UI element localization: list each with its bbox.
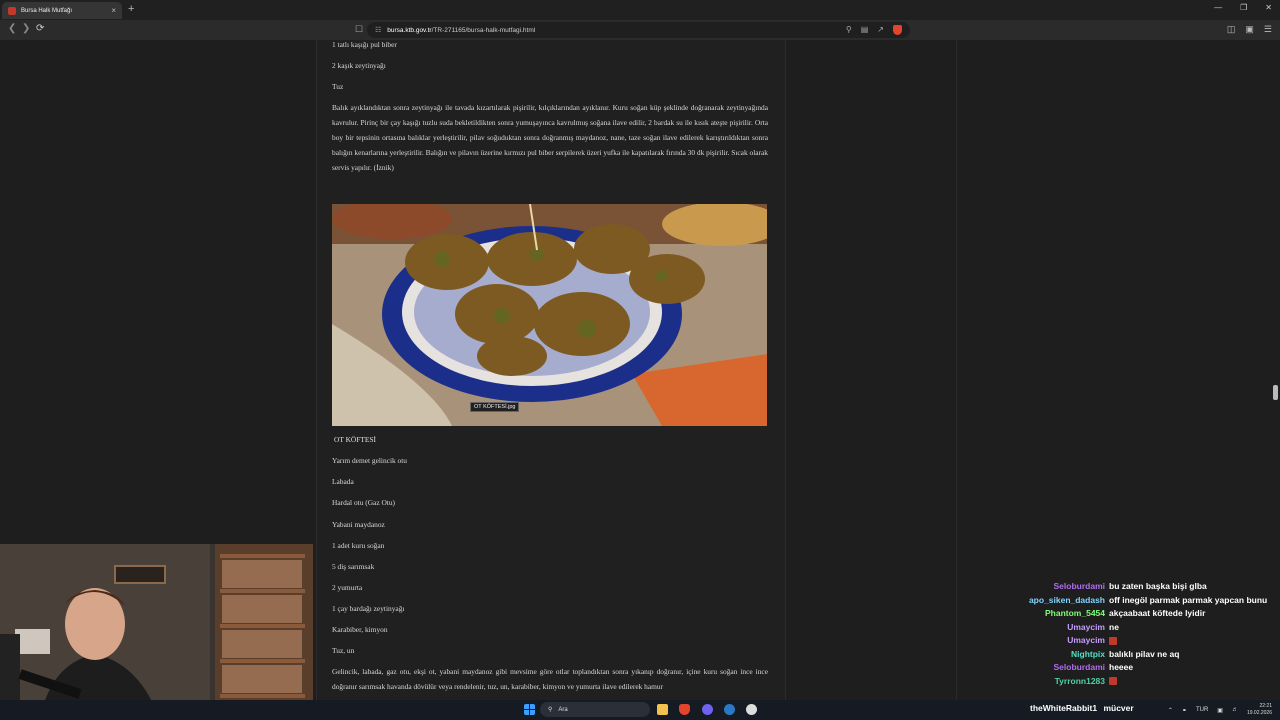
ingredient-line: 1 tatlı kaşığı pul biber: [332, 40, 397, 49]
ingredient-line: 2 kaşık zeytinyağı: [332, 61, 386, 70]
search-placeholder: Ara: [558, 706, 568, 713]
bookmark-icon[interactable]: ☐: [355, 24, 363, 35]
favicon-icon: [8, 6, 16, 15]
chat-text: [1109, 675, 1269, 689]
chat-text: [1109, 634, 1269, 648]
chat-text: balıklı pilav ne aq: [1109, 648, 1180, 659]
ingredient-line: Hardal otu (Gaz Otu): [332, 498, 396, 507]
chat-username: apo_siken_dadash: [1028, 594, 1105, 605]
chat-username: Umaycim: [1067, 621, 1105, 632]
share-icon[interactable]: ↗: [877, 25, 884, 35]
overlay-username: theWhiteRabbit1: [1030, 703, 1098, 713]
chat-text: heeee: [1109, 662, 1134, 672]
ingredient-line: Yarım demet gelincik otu: [332, 456, 407, 465]
url-path: /TR-271165/bursa-halk-mutfagi.html: [431, 26, 536, 34]
chat-username: Phantom_5454: [1045, 608, 1105, 618]
chat-username: Tyrronn1283: [1054, 675, 1105, 686]
minimize-icon[interactable]: —: [1214, 3, 1222, 12]
ingredient-line: 1 çay bardağı zeytinyağı: [332, 604, 405, 613]
clock[interactable]: 22:21 19.02.2026: [1247, 703, 1272, 717]
tab-bursa-halk-mutfagi[interactable]: Bursa Halk Mutfağı ×: [2, 2, 122, 19]
reader-icon[interactable]: ▤: [861, 25, 869, 35]
recipe-paragraph: Balık ayıklandıktan sonra zeytinyağı ile…: [332, 103, 768, 172]
chat-username: Nightpix: [1071, 648, 1105, 659]
ingredient-line: Karabiber, kimyon: [332, 625, 388, 634]
ingredient-line: 2 yumurta: [332, 583, 363, 592]
tab-title: Bursa Halk Mutfağı: [21, 7, 73, 14]
chat-message: Umaycim ne: [1005, 621, 1275, 635]
close-tab-icon[interactable]: ×: [111, 6, 116, 15]
system-tray: ⌃ ⚭ TUR ▣ ♬ 22:21 19.02.2026: [1168, 703, 1272, 717]
section-heading: OT KÖFTESİ: [334, 435, 376, 444]
ingredient-line: 1 adet kuru soğan: [332, 541, 385, 550]
chat-text: off inegöl parmak parmak yapcan bunu: [1109, 594, 1268, 605]
chat-text: ne: [1109, 621, 1119, 632]
language-indicator[interactable]: TUR: [1196, 707, 1208, 713]
wallet-icon[interactable]: ▣: [1245, 24, 1254, 35]
chat-message: Tyrronn1283: [1005, 675, 1275, 689]
ingredient-line: 5 diş sarımsak: [332, 562, 375, 571]
menu-icon[interactable]: ☰: [1264, 24, 1272, 35]
new-tab-button[interactable]: +: [128, 3, 134, 15]
scrollbar-thumb[interactable]: [1273, 385, 1278, 400]
back-icon[interactable]: ❮: [8, 23, 16, 34]
steam-icon[interactable]: [724, 704, 735, 715]
chat-message: Phantom_5454 akçaabaat köftede lyidir: [1005, 607, 1275, 621]
chat-text: akçaabaat köftede lyidir: [1109, 608, 1206, 618]
chat-username: Seloburdami: [1053, 581, 1105, 591]
ingredient-line: Yabani maydanoz: [332, 520, 385, 529]
right-sidebar: [787, 40, 957, 700]
chat-message: Seloburdami heeee: [1005, 661, 1275, 675]
site-info-icon[interactable]: ☷: [375, 26, 381, 34]
navigation-bar: ❮ ❯ ⟳ ☐ ☷ bursa.ktb.gov.tr /TR-271165/bu…: [0, 20, 1280, 40]
taskbar-search[interactable]: ⚲ Ara: [540, 702, 650, 717]
url-domain: bursa.ktb.gov.tr: [387, 26, 432, 34]
webcam-overlay: [0, 544, 313, 720]
obs-icon[interactable]: [746, 704, 757, 715]
clock-date: 19.02.2026: [1246, 710, 1272, 716]
zoom-icon[interactable]: ⚲: [846, 25, 852, 35]
recipe-paragraph: Gelincik, labada, gaz otu, ekşi ot, yaba…: [332, 667, 768, 691]
microphone-icon[interactable]: ⚭: [1182, 707, 1187, 714]
overlay-text: mücver: [1103, 703, 1134, 713]
chat-message: Seloburdami bu zaten başka bişi glba: [1005, 580, 1275, 594]
emote-icon: [1109, 636, 1117, 645]
discord-icon[interactable]: [702, 704, 713, 715]
search-icon: ⚲: [548, 707, 553, 713]
brave-browser-icon[interactable]: [679, 704, 690, 715]
chat-message: apo_siken_dadash off inegöl parmak parma…: [1005, 594, 1275, 608]
image-tooltip: OT KÖFTESİ.jpg: [470, 402, 520, 412]
tray-chevron-icon[interactable]: ⌃: [1168, 707, 1173, 714]
stream-chat: Seloburdami bu zaten başka bişi glba apo…: [1005, 580, 1275, 688]
file-explorer-icon[interactable]: [657, 704, 668, 715]
ot-koftesi-image[interactable]: [332, 204, 767, 426]
stream-overlay-message: theWhiteRabbit1 mücver: [1030, 703, 1134, 713]
windows-start-icon[interactable]: [524, 704, 535, 715]
chat-text: bu zaten başka bişi glba: [1109, 581, 1207, 591]
chat-username: Seloburdami: [1053, 662, 1105, 672]
ingredient-line: Labada: [332, 477, 354, 486]
address-bar[interactable]: ☷ bursa.ktb.gov.tr /TR-271165/bursa-halk…: [367, 22, 910, 38]
chat-username: Umaycim: [1067, 635, 1105, 645]
tab-strip: Bursa Halk Mutfağı × + — ❐ ✕: [0, 0, 1280, 20]
clock-time: 22:21: [1259, 703, 1272, 709]
volume-icon[interactable]: ♬: [1232, 707, 1238, 713]
reload-icon[interactable]: ⟳: [36, 23, 44, 34]
ingredient-line: Tuz, un: [332, 646, 355, 655]
restore-icon[interactable]: ❐: [1240, 3, 1247, 12]
network-icon[interactable]: ▣: [1217, 707, 1223, 714]
ingredient-line: Tuz: [332, 82, 344, 91]
chat-message: Nightpix balıklı pilav ne aq: [1005, 648, 1275, 662]
brave-shield-icon[interactable]: [893, 25, 902, 35]
emote-icon: [1109, 677, 1117, 686]
close-window-icon[interactable]: ✕: [1265, 3, 1272, 12]
forward-icon[interactable]: ❯: [22, 23, 30, 34]
chat-message: Umaycim: [1005, 634, 1275, 648]
extensions-icon[interactable]: ◫: [1227, 24, 1236, 35]
